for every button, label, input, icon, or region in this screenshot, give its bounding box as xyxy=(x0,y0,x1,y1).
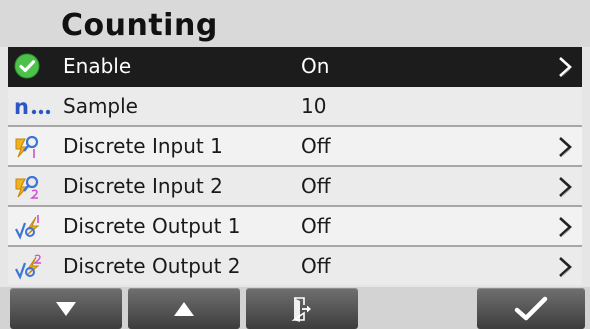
exit-door-icon xyxy=(291,296,311,322)
menu-item-discrete-input-2[interactable]: Discrete Input 2 Off xyxy=(8,167,582,207)
menu-item-label: Discrete Output 1 xyxy=(63,214,241,238)
sample-n-icon: n xyxy=(14,93,51,119)
page-title: Counting xyxy=(61,8,218,43)
settings-list: Enable On n Sample 10 Discrete Input 1 O… xyxy=(8,47,582,285)
chevron-right-icon xyxy=(558,136,572,158)
menu-item-value: Off xyxy=(301,214,331,238)
checkmark-icon xyxy=(514,296,548,320)
title-bar: Counting xyxy=(0,0,590,47)
counting-menu-screen: Counting Enable On n Sample 10 Discrete … xyxy=(0,0,590,329)
menu-item-label: Discrete Input 2 xyxy=(63,174,223,198)
discrete-input-1-icon xyxy=(14,133,40,159)
arrow-down-icon xyxy=(56,301,76,316)
menu-item-value: Off xyxy=(301,134,331,158)
softkey-bar xyxy=(0,287,590,329)
menu-item-label: Discrete Input 1 xyxy=(63,134,223,158)
svg-text:n: n xyxy=(14,95,29,119)
confirm-button[interactable] xyxy=(477,288,585,329)
menu-item-discrete-output-1[interactable]: Discrete Output 1 Off xyxy=(8,207,582,247)
menu-item-label: Sample xyxy=(63,94,138,118)
menu-item-enable[interactable]: Enable On xyxy=(8,47,582,87)
scroll-up-button[interactable] xyxy=(128,288,240,329)
menu-item-discrete-input-1[interactable]: Discrete Input 1 Off xyxy=(8,127,582,167)
scroll-down-button[interactable] xyxy=(10,288,122,329)
menu-item-value: On xyxy=(301,54,330,78)
chevron-right-icon xyxy=(558,216,572,238)
menu-item-value: Off xyxy=(301,174,331,198)
discrete-output-1-icon xyxy=(14,213,40,240)
chevron-right-icon xyxy=(558,176,572,198)
menu-item-label: Discrete Output 2 xyxy=(63,254,241,278)
discrete-input-2-icon xyxy=(14,173,40,199)
menu-item-value: 10 xyxy=(301,94,327,118)
discrete-output-2-icon xyxy=(14,253,41,280)
menu-item-discrete-output-2[interactable]: Discrete Output 2 Off xyxy=(8,247,582,285)
arrow-up-icon xyxy=(174,301,194,316)
checkmark-circle-icon xyxy=(14,53,40,79)
menu-item-sample[interactable]: n Sample 10 xyxy=(8,87,582,127)
menu-item-value: Off xyxy=(301,254,331,278)
exit-button[interactable] xyxy=(246,288,358,329)
chevron-right-icon xyxy=(558,56,572,78)
chevron-right-icon xyxy=(558,256,572,278)
menu-item-label: Enable xyxy=(63,54,132,78)
